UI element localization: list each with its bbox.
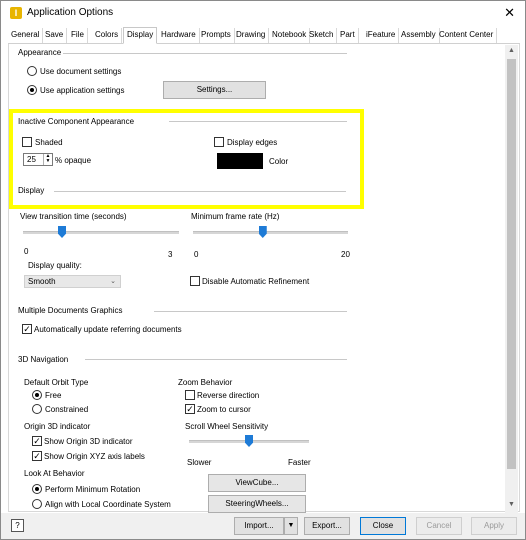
tab-content-center[interactable]: Content Center (436, 28, 498, 43)
use-application-radio[interactable] (27, 85, 37, 95)
settings-button[interactable]: Settings... (163, 81, 266, 99)
disable-refinement-label: Disable Automatic Refinement (202, 277, 310, 286)
auto-update-checkbox[interactable]: ✓ (22, 324, 32, 334)
scroll-up-icon[interactable]: ▲ (505, 47, 518, 54)
multidoc-divider (154, 311, 347, 312)
appearance-divider (63, 53, 347, 54)
use-document-label: Use document settings (40, 67, 122, 76)
tab-file[interactable]: File (68, 28, 88, 43)
opacity-label: % opaque (55, 156, 92, 165)
scroll-faster-label: Faster (288, 458, 311, 467)
min-rotation-radio[interactable] (32, 484, 42, 494)
application-options-window: I Application Options ✕ General Save Fil… (0, 0, 526, 540)
close-button[interactable]: Close (360, 517, 406, 535)
title-bar: I Application Options ✕ (1, 1, 525, 25)
show-xyz-checkbox[interactable]: ✓ (32, 451, 42, 461)
appearance-heading: Appearance (18, 48, 62, 57)
tab-ifeature[interactable]: iFeature (363, 28, 400, 43)
min-frame-rate-min: 0 (194, 250, 199, 259)
opacity-stepper[interactable]: 25 ▲ ▼ (23, 153, 53, 166)
app-icon: I (10, 7, 22, 19)
show-origin-checkbox[interactable]: ✓ (32, 436, 42, 446)
min-rotation-label: Perform Minimum Rotation (45, 485, 141, 494)
dialog-footer: ? Import... ▼ Export... Close Cancel App… (1, 513, 525, 539)
steeringwheels-button[interactable]: SteeringWheels... (208, 495, 306, 513)
origin-indicator-label: Origin 3D indicator (24, 422, 91, 431)
min-frame-rate-track[interactable] (193, 231, 348, 234)
zoom-to-cursor-checkbox[interactable]: ✓ (185, 404, 195, 414)
display-edges-label: Display edges (227, 138, 278, 147)
tab-prompts[interactable]: Prompts (198, 28, 235, 43)
shaded-checkbox[interactable] (22, 137, 32, 147)
show-origin-label: Show Origin 3D indicator (44, 437, 133, 446)
scrollbar-thumb[interactable] (507, 59, 516, 469)
tab-general[interactable]: General (8, 28, 44, 43)
nav3d-divider (85, 359, 347, 360)
align-local-label: Align with Local Coordinate System (45, 500, 171, 509)
tab-save[interactable]: Save (42, 28, 68, 43)
viewcube-button[interactable]: ViewCube... (208, 474, 306, 492)
tab-strip: General Save File Colors Display Hardwar… (8, 27, 520, 44)
display-divider (54, 191, 346, 192)
scroll-down-icon[interactable]: ▼ (505, 501, 518, 508)
reverse-direction-checkbox[interactable] (185, 390, 195, 400)
opacity-value[interactable]: 25 (27, 155, 36, 164)
display-quality-label: Display quality: (28, 261, 82, 270)
window-title: Application Options (27, 7, 114, 18)
scroll-slower-label: Slower (187, 458, 212, 467)
chevron-down-icon: ⌄ (110, 278, 116, 285)
use-application-label: Use application settings (40, 86, 125, 95)
reverse-direction-label: Reverse direction (197, 391, 260, 400)
orbit-constrained-label: Constrained (45, 405, 89, 414)
shaded-label: Shaded (35, 138, 63, 147)
tab-drawing[interactable]: Drawing (233, 28, 270, 43)
tab-display[interactable]: Display (123, 27, 158, 44)
view-transition-max: 3 (168, 250, 173, 259)
inactive-color-swatch[interactable] (217, 153, 263, 169)
color-label: Color (269, 157, 289, 166)
import-button[interactable]: Import... (234, 517, 284, 535)
cancel-button[interactable]: Cancel (416, 517, 462, 535)
display-quality-select[interactable]: Smooth ⌄ (24, 275, 121, 288)
inactive-divider (169, 121, 347, 122)
orbit-constrained-radio[interactable] (32, 404, 42, 414)
align-local-radio[interactable] (32, 499, 42, 509)
help-icon[interactable]: ? (11, 519, 24, 532)
vertical-scrollbar[interactable]: ▲ ▼ (505, 45, 518, 513)
auto-update-label: Automatically update referring documents (34, 325, 182, 334)
tab-assembly[interactable]: Assembly (398, 28, 440, 43)
orbit-free-label: Free (45, 391, 62, 400)
disable-refinement-checkbox[interactable] (190, 276, 200, 286)
close-icon[interactable]: ✕ (504, 5, 515, 21)
view-transition-label: View transition time (seconds) (20, 212, 127, 221)
look-at-label: Look At Behavior (24, 469, 85, 478)
tab-part[interactable]: Part (337, 28, 359, 43)
tab-colors[interactable]: Colors (92, 28, 123, 43)
tab-sketch[interactable]: Sketch (306, 28, 338, 43)
zoom-behavior-label: Zoom Behavior (178, 378, 233, 387)
display-quality-value: Smooth (28, 277, 56, 286)
use-document-radio[interactable] (27, 66, 37, 76)
view-transition-min: 0 (24, 247, 29, 256)
min-frame-rate-label: Minimum frame rate (Hz) (191, 212, 280, 221)
show-xyz-label: Show Origin XYZ axis labels (44, 452, 145, 461)
inactive-heading: Inactive Component Appearance (18, 117, 135, 126)
zoom-to-cursor-label: Zoom to cursor (197, 405, 251, 414)
display-heading: Display (18, 186, 45, 195)
scroll-sensitivity-label: Scroll Wheel Sensitivity (185, 422, 269, 431)
orbit-type-label: Default Orbit Type (24, 378, 89, 387)
import-dropdown-icon[interactable]: ▼ (284, 517, 298, 535)
min-frame-rate-max: 20 (341, 250, 350, 259)
orbit-free-radio[interactable] (32, 390, 42, 400)
stepper-arrows-icon[interactable]: ▲ ▼ (43, 154, 52, 165)
tab-notebook[interactable]: Notebook (269, 28, 311, 43)
apply-button[interactable]: Apply (471, 517, 517, 535)
export-button[interactable]: Export... (304, 517, 350, 535)
view-transition-track[interactable] (23, 231, 179, 234)
nav3d-heading: 3D Navigation (18, 355, 69, 364)
multidoc-heading: Multiple Documents Graphics (18, 306, 123, 315)
tab-hardware[interactable]: Hardware (158, 28, 200, 43)
display-edges-checkbox[interactable] (214, 137, 224, 147)
